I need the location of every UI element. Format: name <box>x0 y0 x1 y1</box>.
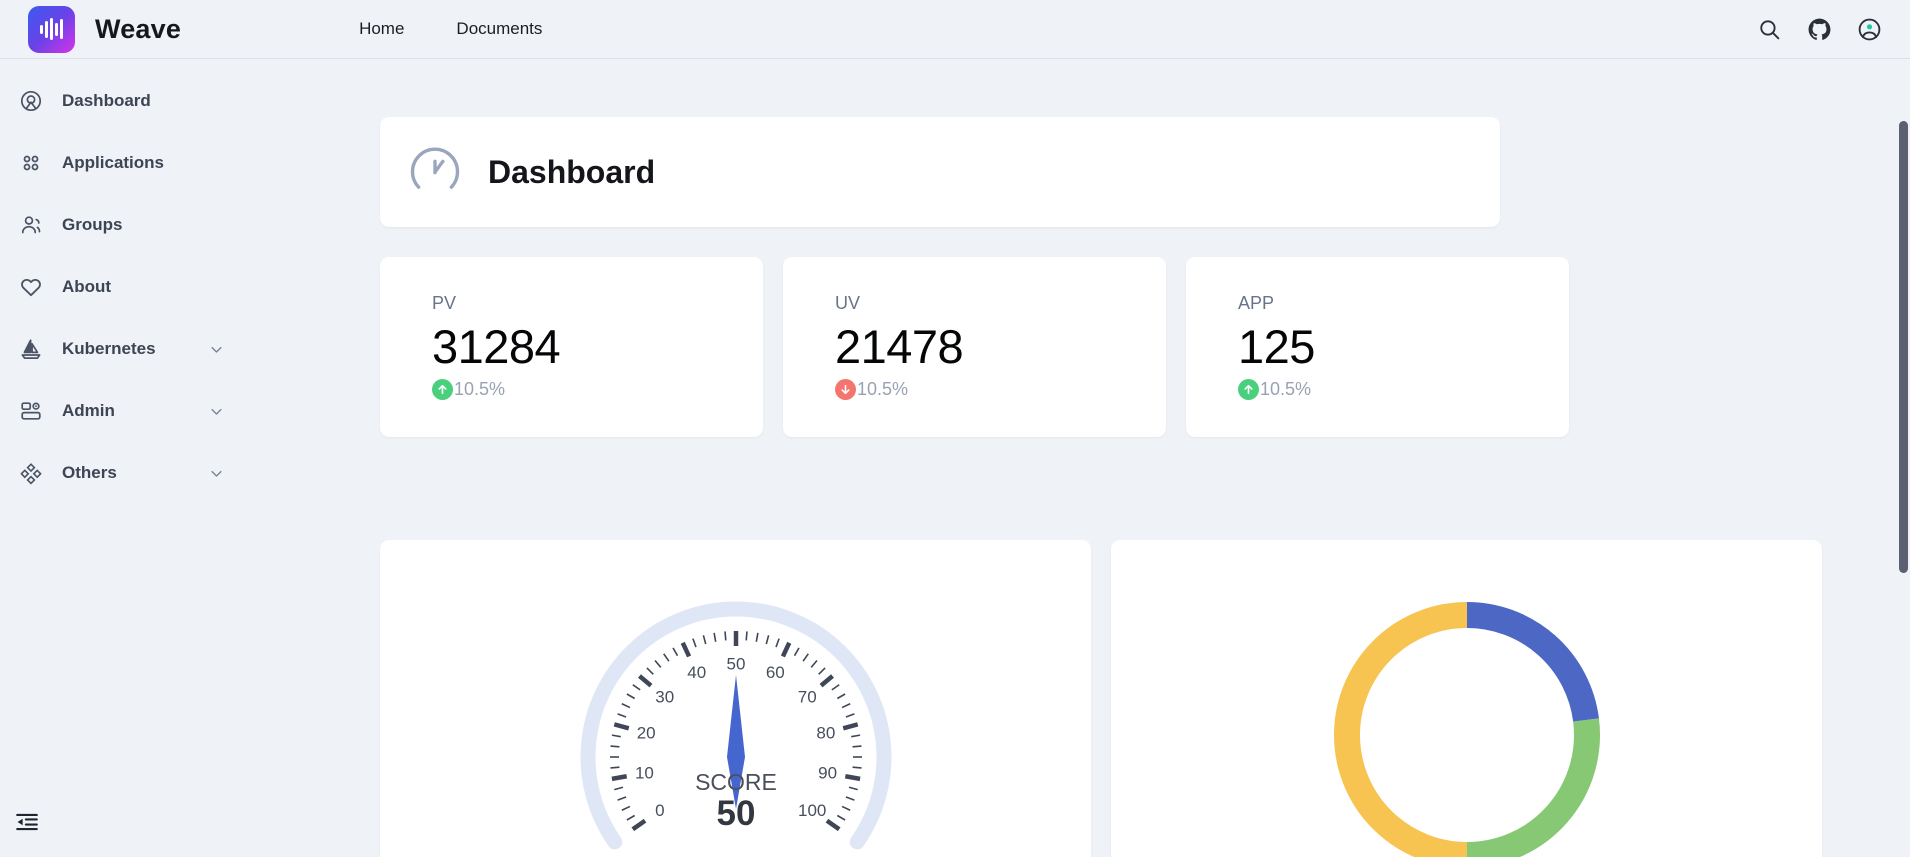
trend-value: 10.5% <box>857 379 909 400</box>
main-content: Dashboard PV 31284 10.5% UV 21478 10.5% … <box>312 59 1910 857</box>
gauge-chart: 0 10 20 30 40 50 60 70 80 90 100 SCORE 50 <box>571 592 901 857</box>
page-header-card: Dashboard <box>380 117 1500 227</box>
stat-card-pv: PV 31284 10.5% <box>380 257 763 437</box>
search-icon[interactable] <box>1757 17 1782 42</box>
chevron-down-icon[interactable] <box>209 342 224 357</box>
svg-text:30: 30 <box>655 688 674 707</box>
chevron-down-icon[interactable] <box>209 466 224 481</box>
chart-cards-row: 0 10 20 30 40 50 60 70 80 90 100 SCORE 50 <box>380 540 1822 857</box>
svg-text:0: 0 <box>655 801 664 820</box>
nav-link-documents[interactable]: Documents <box>456 19 542 39</box>
donut-segment[interactable] <box>1466 718 1600 857</box>
sidebar-item-admin[interactable]: Admin <box>0 391 312 431</box>
vertical-scrollbar[interactable] <box>1896 59 1910 857</box>
gauge-icon <box>410 147 460 189</box>
grid-dots-icon <box>18 150 44 176</box>
nav-link-home[interactable]: Home <box>359 19 404 39</box>
stat-trend: 10.5% <box>432 379 763 401</box>
header-actions <box>1757 0 1882 59</box>
brand[interactable]: Weave <box>28 5 182 53</box>
brand-name: Weave <box>95 13 182 44</box>
donut-chart <box>1312 580 1622 857</box>
sidebar-collapse-icon[interactable] <box>14 809 40 835</box>
compass-icon <box>18 88 44 114</box>
sidebar-item-applications[interactable]: Applications <box>0 143 312 183</box>
trend-down-icon <box>835 379 856 401</box>
stat-label: UV <box>835 293 861 313</box>
svg-text:60: 60 <box>765 663 784 682</box>
trend-up-icon <box>1238 379 1259 401</box>
sidebar: Dashboard Applications Groups About Kube… <box>0 59 312 857</box>
github-icon[interactable] <box>1807 17 1832 42</box>
stat-card-app: APP 125 10.5% <box>1186 257 1569 437</box>
sidebar-item-label: Applications <box>62 153 165 172</box>
stat-label: PV <box>432 293 457 313</box>
users-icon <box>18 212 44 238</box>
page-title: Dashboard <box>488 153 656 190</box>
svg-text:100: 100 <box>797 801 825 820</box>
donut-segment[interactable] <box>1466 602 1599 722</box>
svg-text:SCORE: SCORE <box>695 769 777 795</box>
gauge-chart-card: 0 10 20 30 40 50 60 70 80 90 100 SCORE 50 <box>380 540 1091 857</box>
svg-text:90: 90 <box>818 764 837 783</box>
donut-segment[interactable] <box>1333 602 1467 857</box>
waveform-logo-icon <box>28 5 75 53</box>
sidebar-item-label: Groups <box>62 215 123 234</box>
stat-trend: 10.5% <box>835 379 1166 401</box>
svg-text:10: 10 <box>634 764 653 783</box>
stat-value: 21478 <box>835 320 964 373</box>
svg-text:20: 20 <box>636 723 655 742</box>
sailboat-icon <box>18 336 44 362</box>
top-header-bar: Weave Home Documents <box>0 0 1910 59</box>
sidebar-item-dashboard[interactable]: Dashboard <box>0 81 312 121</box>
trend-value: 10.5% <box>1260 379 1312 400</box>
trend-value: 10.5% <box>454 379 506 400</box>
sidebar-item-label: Admin <box>62 401 115 420</box>
app-root: Weave Home Documents Dashboard Applicati… <box>0 0 1910 857</box>
sidebar-item-kubernetes[interactable]: Kubernetes <box>0 329 312 369</box>
svg-text:80: 80 <box>816 723 835 742</box>
chevron-down-icon[interactable] <box>209 404 224 419</box>
stat-label: APP <box>1238 293 1275 313</box>
sidebar-item-label: Dashboard <box>62 91 151 110</box>
top-navigation: Home Documents <box>359 19 542 39</box>
donut-chart-card <box>1111 540 1822 857</box>
sidebar-item-groups[interactable]: Groups <box>0 205 312 245</box>
stat-cards-row: PV 31284 10.5% UV 21478 10.5% APP 125 10… <box>380 257 1569 437</box>
sidebar-item-label: Kubernetes <box>62 339 156 358</box>
sidebar-item-others[interactable]: Others <box>0 453 312 493</box>
svg-text:50: 50 <box>726 655 745 674</box>
stat-card-uv: UV 21478 10.5% <box>783 257 1166 437</box>
heart-icon <box>18 274 44 300</box>
account-icon[interactable] <box>1857 17 1882 42</box>
scrollbar-thumb[interactable] <box>1899 121 1908 573</box>
sidebar-item-label: About <box>62 277 112 296</box>
stat-value: 125 <box>1238 320 1315 373</box>
diamonds-icon <box>18 460 44 486</box>
server-icon <box>18 398 44 424</box>
svg-text:70: 70 <box>797 688 816 707</box>
stat-value: 31284 <box>432 320 561 373</box>
svg-text:50: 50 <box>716 794 755 833</box>
sidebar-item-label: Others <box>62 463 117 482</box>
stat-trend: 10.5% <box>1238 379 1569 401</box>
svg-text:40: 40 <box>687 663 706 682</box>
sidebar-item-about[interactable]: About <box>0 267 312 307</box>
trend-up-icon <box>432 379 453 401</box>
